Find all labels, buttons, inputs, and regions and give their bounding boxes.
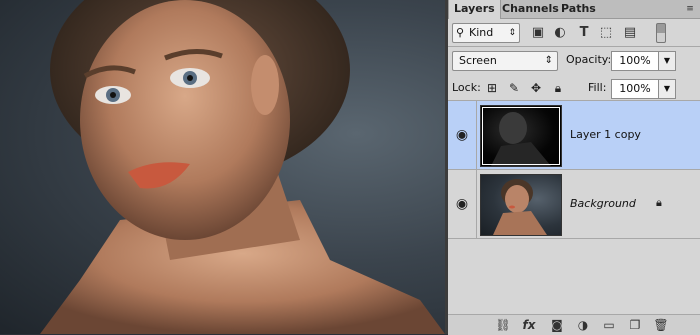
opacity-label: Opacity: <box>566 53 612 66</box>
add-layer-style-icon[interactable]: fx <box>520 317 538 333</box>
new-group-icon[interactable]: ▭ <box>600 317 618 333</box>
filter-type-layers-icon[interactable]: T <box>576 25 592 41</box>
tab-channels[interactable]: Channels <box>497 0 564 18</box>
layer-lock-icon[interactable]: 🔒︎ <box>656 196 668 210</box>
layers-panel: Layers Channels Paths ≡ ⚲ Kind ⇕ ▣ ◐ T ⬚… <box>448 0 700 335</box>
fill-label: Fill: <box>588 81 607 94</box>
opacity-input[interactable]: 100% <box>611 51 659 71</box>
visibility-eye-icon[interactable]: ◉ <box>448 170 477 238</box>
filter-pixel-layers-icon[interactable]: ▣ <box>530 25 546 41</box>
filter-kind-select[interactable]: ⚲ Kind ⇕ <box>452 23 520 43</box>
filter-adjustment-layers-icon[interactable]: ◐ <box>552 25 568 41</box>
lock-all-icon[interactable]: 🔒︎ <box>550 80 566 96</box>
panel-menu-icon[interactable]: ≡ <box>683 2 697 16</box>
link-layers-icon[interactable]: ⛓ <box>494 317 512 333</box>
layer-thumbnail <box>480 174 562 236</box>
layer-name[interactable]: Background <box>570 170 636 238</box>
blend-mode-select[interactable]: Screen ⇕ <box>452 51 558 71</box>
layer-thumbnail-image <box>493 179 547 235</box>
tab-paths[interactable]: Paths <box>556 0 601 18</box>
fill-input[interactable]: 100% <box>611 79 659 99</box>
layer-row-layer-1-copy[interactable]: ◉ Layer 1 copy <box>448 101 700 170</box>
add-mask-icon[interactable]: ◙ <box>548 317 566 333</box>
portrait-photo <box>40 0 445 334</box>
filter-row: ⚲ Kind ⇕ ▣ ◐ T ⬚ ▤ <box>448 20 700 46</box>
visibility-eye-icon[interactable]: ◉ <box>448 101 477 169</box>
layer-thumbnail-image <box>491 112 551 166</box>
lock-image-pixels-icon[interactable]: ✎ <box>506 80 522 96</box>
lock-position-icon[interactable]: ✥ <box>528 80 544 96</box>
opacity-dropdown-button[interactable]: ▼ <box>658 51 676 71</box>
document-canvas[interactable] <box>0 0 445 334</box>
lock-row: Lock: ⊞ ✎ ✥ 🔒︎ Fill: 100% ▼ <box>448 75 700 101</box>
search-icon: ⚲ <box>456 26 465 39</box>
filter-shape-layers-icon[interactable]: ⬚ <box>598 25 614 41</box>
chevron-updown-icon: ⇕ <box>544 55 553 66</box>
new-layer-icon[interactable]: ❐ <box>626 317 644 333</box>
tab-layers[interactable]: Layers <box>448 0 501 19</box>
layers-bottom-toolbar: ⛓ fx ◙ ◑ ▭ ❐ 🗑︎ <box>448 314 700 335</box>
panel-tabs: Layers Channels Paths ≡ <box>448 0 700 19</box>
fill-dropdown-button[interactable]: ▼ <box>658 79 676 99</box>
chevron-updown-icon: ⇕ <box>508 28 516 38</box>
blend-row: Screen ⇕ Opacity: 100% ▼ <box>448 47 700 73</box>
delete-layer-icon[interactable]: 🗑︎ <box>652 317 670 333</box>
lock-label: Lock: <box>452 81 481 94</box>
layer-thumbnail <box>480 105 562 167</box>
layers-list: ◉ Layer 1 copy ◉ Background 🔒︎ <box>448 101 700 314</box>
layer-row-background[interactable]: ◉ Background 🔒︎ <box>448 170 700 239</box>
new-adjustment-layer-icon[interactable]: ◑ <box>574 317 592 333</box>
filter-smart-objects-icon[interactable]: ▤ <box>622 25 638 41</box>
lock-transparent-pixels-icon[interactable]: ⊞ <box>484 80 500 96</box>
layer-name[interactable]: Layer 1 copy <box>570 101 641 169</box>
filter-toggle-switch[interactable] <box>656 23 666 43</box>
